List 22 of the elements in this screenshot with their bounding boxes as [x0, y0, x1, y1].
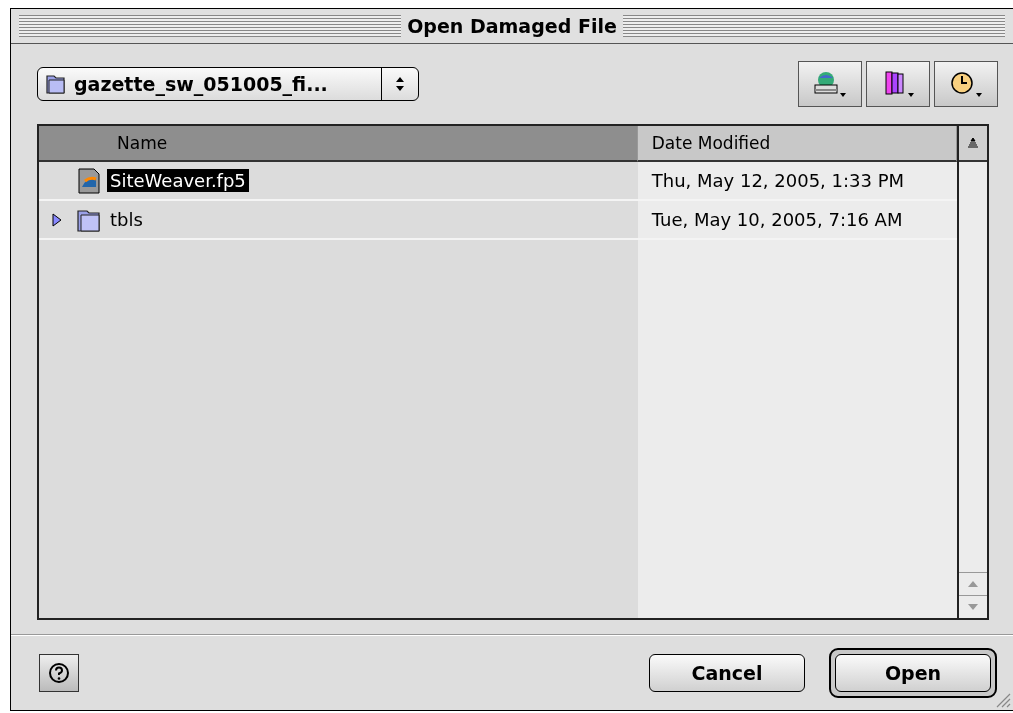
- date-cell-text: Tue, May 10, 2005, 7:16 AM: [650, 209, 903, 230]
- disclosure-triangle-icon[interactable]: [51, 211, 63, 228]
- book-icon[interactable]: [866, 61, 930, 107]
- file-name[interactable]: tbls: [107, 208, 146, 231]
- title-bar-stripes[interactable]: [19, 15, 402, 37]
- title-bar-stripes[interactable]: [622, 15, 1005, 37]
- file-name[interactable]: SiteWeaver.fp5: [107, 169, 249, 192]
- clock-icon[interactable]: [934, 61, 998, 107]
- scrollbar[interactable]: [957, 126, 987, 618]
- dialog-button[interactable]: Cancel: [649, 654, 805, 692]
- sort-direction-icon[interactable]: [959, 126, 987, 162]
- column-header[interactable]: Name: [39, 126, 638, 162]
- question-mark-icon: [47, 661, 71, 685]
- window-title: Open Damaged File: [407, 15, 617, 37]
- column-header[interactable]: Date Modified: [637, 126, 958, 162]
- date-cell-text: Thu, May 12, 2005, 1:33 PM: [650, 170, 905, 191]
- document-icon: [75, 166, 103, 195]
- location-popup[interactable]: gazette_sw_051005_fi...: [37, 67, 419, 101]
- folder-icon: [44, 72, 68, 96]
- network-drive-icon[interactable]: [798, 61, 862, 107]
- dialog-button[interactable]: Open: [835, 654, 991, 692]
- help-button[interactable]: [39, 654, 79, 692]
